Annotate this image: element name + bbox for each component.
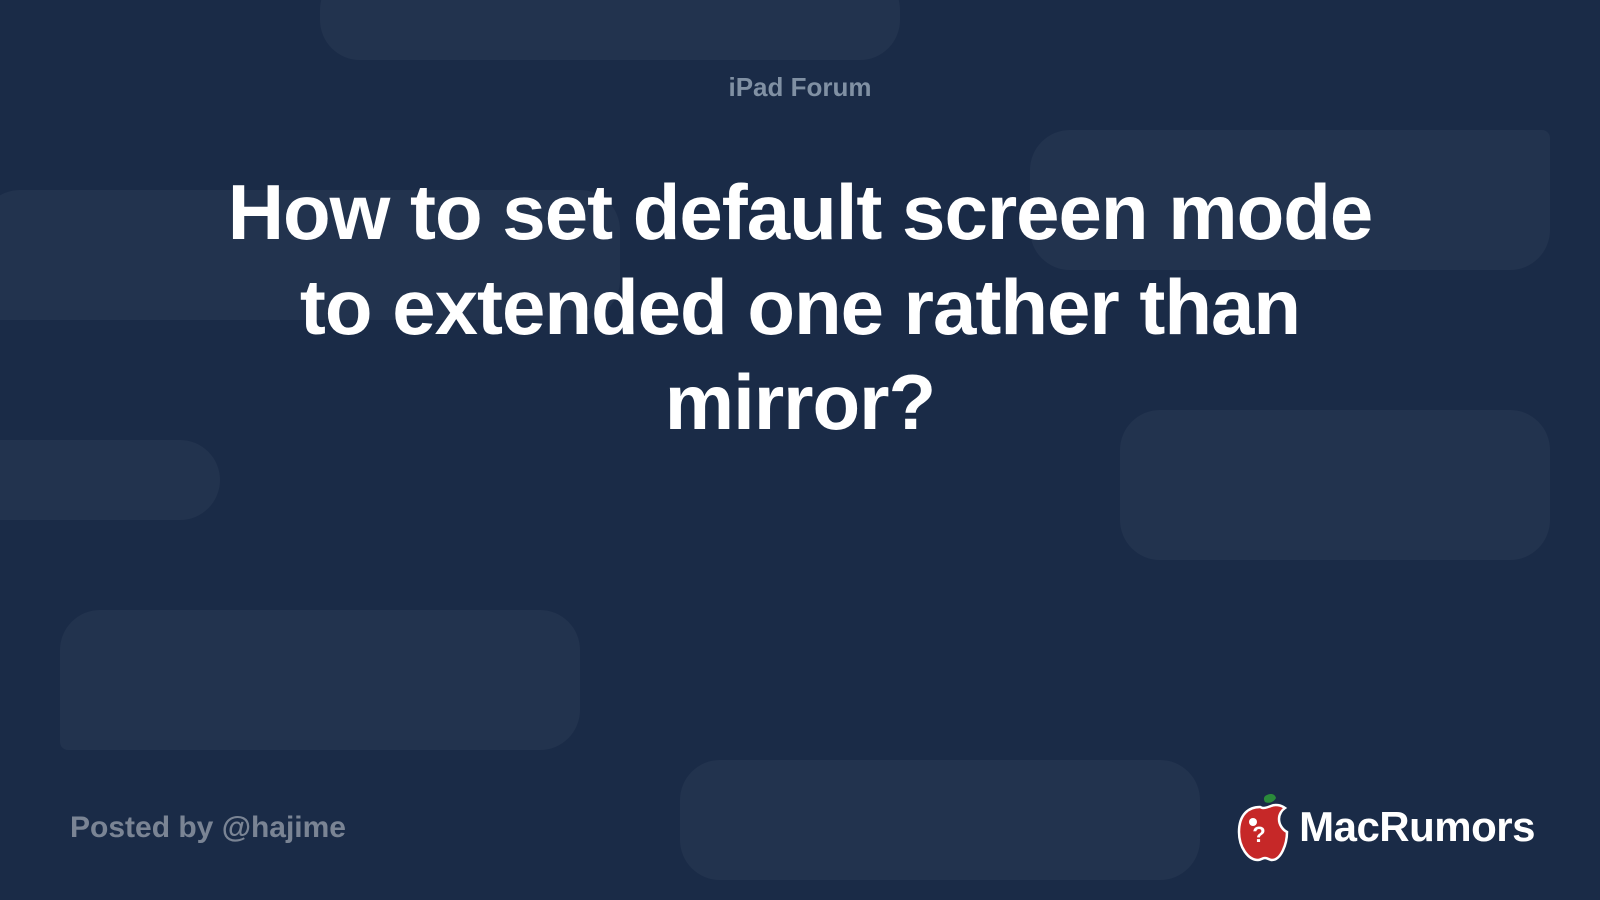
- chat-bubble-decoration: [320, 0, 900, 60]
- posted-by-label: Posted by @hajime: [70, 811, 346, 845]
- brand-name: MacRumors: [1299, 803, 1535, 851]
- forum-category: iPad Forum: [0, 72, 1600, 103]
- chat-bubble-decoration: [680, 760, 1200, 880]
- site-brand: ? MacRumors: [1231, 792, 1535, 862]
- svg-text:?: ?: [1252, 822, 1265, 847]
- chat-bubble-decoration: [60, 610, 580, 750]
- chat-bubble-decoration: [0, 440, 220, 520]
- macrumors-apple-icon: ?: [1231, 792, 1289, 862]
- thread-title: How to set default screen mode to extend…: [200, 165, 1400, 450]
